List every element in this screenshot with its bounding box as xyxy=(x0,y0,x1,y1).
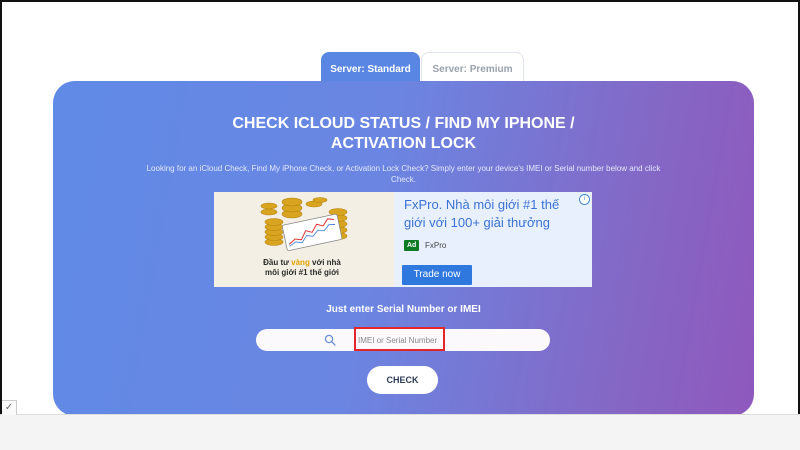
page-title-line-2: ACTIVATION LOCK xyxy=(330,135,477,152)
ad-trade-now-button[interactable]: Trade now xyxy=(402,265,472,285)
search-bar[interactable] xyxy=(256,329,554,351)
ad-image-caption: Đầu tư vàng với nhà môi giới #1 thế giới xyxy=(263,258,341,277)
page-title: CHECK ICLOUD STATUS / FIND MY IPHONE / A… xyxy=(53,114,754,154)
icloud-check-card: CHECK ICLOUD STATUS / FIND MY IPHONE / A… xyxy=(53,81,754,416)
advertisement-banner[interactable]: Đầu tư vàng với nhà môi giới #1 thế giới… xyxy=(214,192,592,287)
check-button[interactable]: CHECK xyxy=(367,366,438,394)
search-icon xyxy=(324,334,336,346)
ad-text-panel[interactable]: i FxPro. Nhà môi giới #1 thế giới với 10… xyxy=(394,192,592,287)
page-title-line-1: CHECK ICLOUD STATUS / FIND MY IPHONE / xyxy=(232,115,575,132)
page-description: Looking for an iCloud Check, Find My iPh… xyxy=(146,164,661,184)
ad-headline[interactable]: FxPro. Nhà môi giới #1 thế giới với 100+… xyxy=(404,196,584,232)
page-footer-area xyxy=(0,415,800,450)
ad-brand: FxPro xyxy=(425,241,447,250)
imei-serial-input[interactable] xyxy=(354,331,554,349)
ad-image-gold-coins[interactable]: Đầu tư vàng với nhà môi giới #1 thế giới xyxy=(214,192,394,287)
serial-prompt: Just enter Serial Number or IMEI xyxy=(326,304,481,315)
expand-icon[interactable]: ✓ xyxy=(2,400,17,415)
ad-badge: Ad xyxy=(404,240,420,251)
